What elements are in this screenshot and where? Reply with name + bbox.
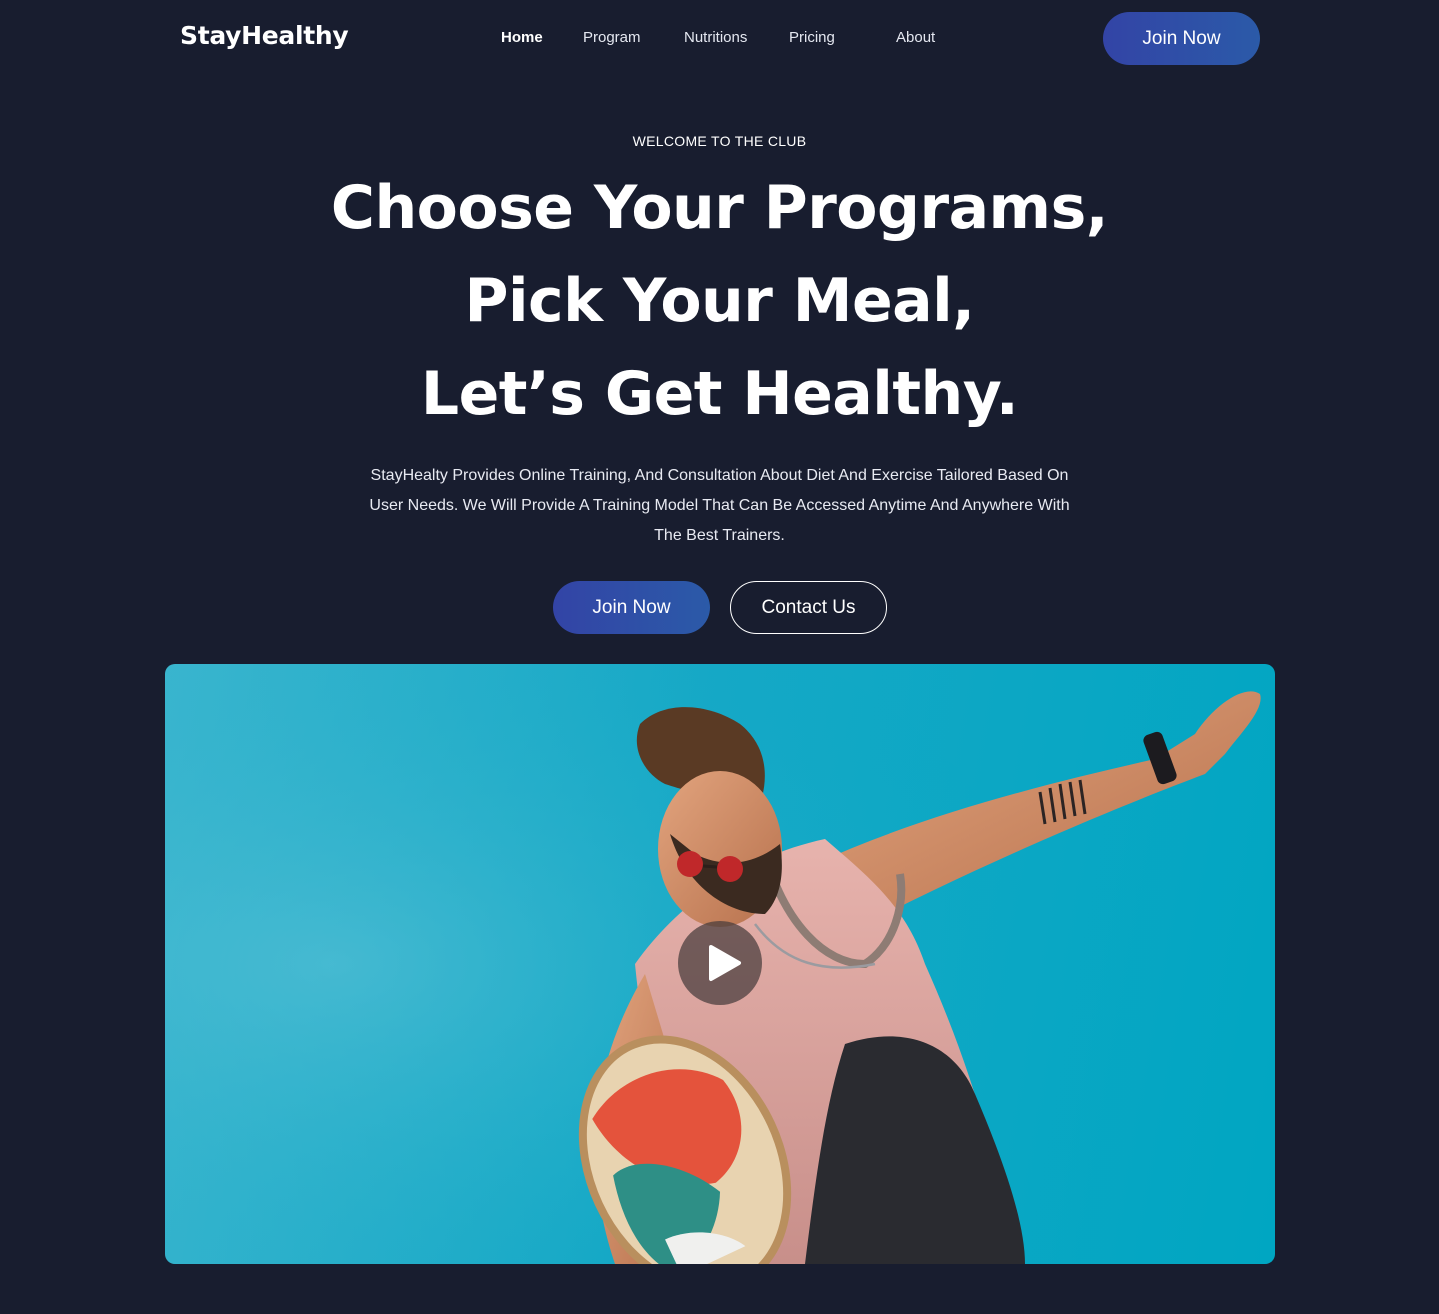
- headline-line-1: Choose Your Programs,: [330, 173, 1109, 243]
- play-icon: [709, 945, 741, 981]
- hero-video[interactable]: [165, 664, 1275, 1264]
- nav-home[interactable]: Home: [501, 29, 543, 46]
- nav-program[interactable]: Program: [583, 29, 641, 46]
- nav-about[interactable]: About: [896, 29, 935, 46]
- play-button[interactable]: [678, 921, 762, 1005]
- nav-join-button[interactable]: Join Now: [1103, 12, 1260, 65]
- landing-page: StayHealthy Home Program Nutritions Pric…: [0, 0, 1439, 1314]
- headline-line-3: Let’s Get Healthy.: [420, 359, 1019, 429]
- contact-us-button[interactable]: Contact Us: [730, 581, 887, 634]
- navbar: StayHealthy Home Program Nutritions Pric…: [0, 0, 1439, 76]
- hero-description: StayHealty Provides Online Training, And…: [369, 467, 1070, 544]
- nav-pricing[interactable]: Pricing: [789, 29, 835, 46]
- hero-join-button[interactable]: Join Now: [553, 581, 710, 634]
- logo[interactable]: StayHealthy: [180, 21, 349, 50]
- hero-eyebrow: WELCOME TO THE CLUB: [632, 133, 807, 149]
- headline-line-2: Pick Your Meal,: [464, 266, 976, 336]
- nav-nutritions[interactable]: Nutritions: [684, 29, 747, 46]
